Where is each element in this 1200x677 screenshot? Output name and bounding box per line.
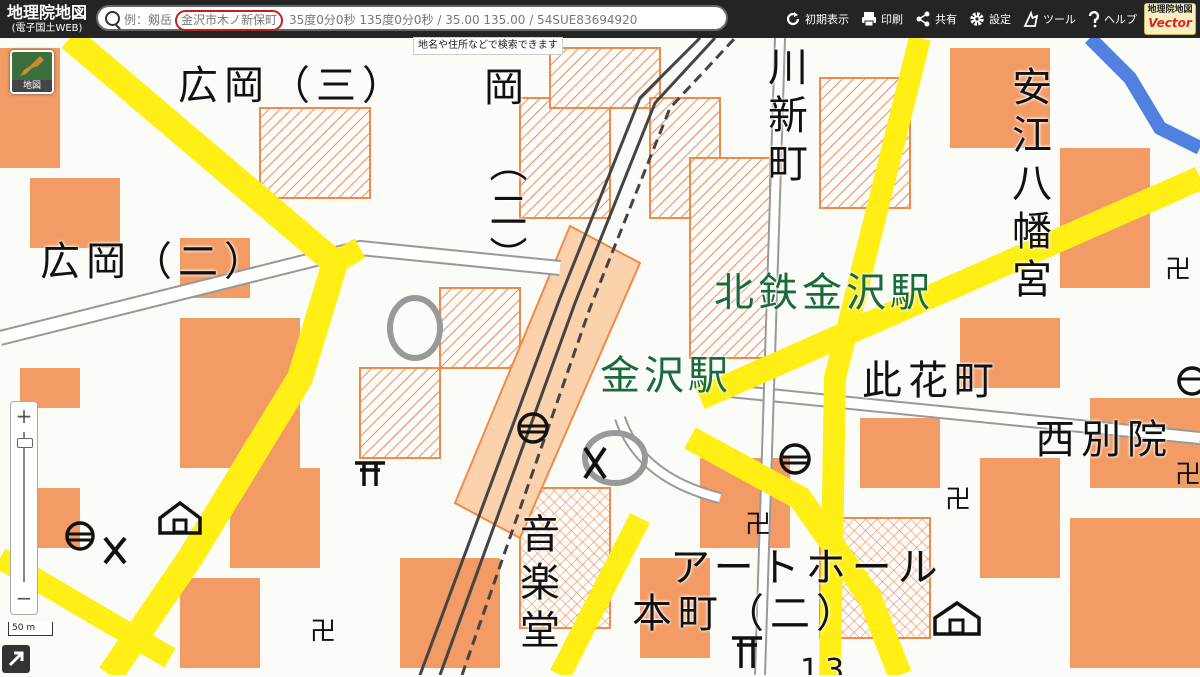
label-ongakudo: 音楽堂 — [513, 513, 559, 657]
refresh-icon — [786, 12, 800, 26]
logo-subtitle: (電子国土WEB) — [11, 23, 83, 34]
temple-symbol: 卍 — [1175, 460, 1200, 490]
label-yasue-hachimangu: 安江八幡宮 — [1005, 66, 1051, 306]
zoom-control: + − — [10, 401, 38, 615]
search-highlight-address: 金沢市木ノ新保町 — [175, 10, 284, 31]
zoom-in-button[interactable]: + — [11, 404, 37, 428]
label-nishibetsuin: 西別院 — [1035, 417, 1173, 463]
search-placeholder: 例：剱岳 金沢市木ノ新保町 35度0分0秒 135度0分0秒 / 35.00 135… — [124, 10, 637, 31]
vector-logo-line1: 地理院地図 — [1147, 5, 1193, 15]
label-number: 13 — [800, 653, 851, 676]
map-view[interactable]: 卍 卍 卍 卍 卍 広岡（三） 広岡（二） 岡 （二） 川新町 安江八幡宮 北鉄… — [0, 38, 1200, 675]
temple-symbol: 卍 — [745, 510, 771, 540]
tools-icon — [1023, 10, 1039, 27]
settings-label: 設定 — [989, 13, 1011, 26]
tools-button[interactable]: ツール — [1022, 0, 1076, 38]
expand-button[interactable] — [2, 645, 30, 673]
search-coordinate-examples: 35度0分0秒 135度0分0秒 / 35.00 135.00 / 54SUE8… — [289, 13, 638, 27]
basemap-switch-button[interactable]: 地図 — [10, 50, 54, 94]
basemap-label: 地図 — [12, 80, 52, 92]
search-input[interactable]: 例：剱岳 金沢市木ノ新保町 35度0分0秒 135度0分0秒 / 35.00 135… — [96, 5, 728, 31]
temple-symbol: 卍 — [310, 617, 336, 647]
settings-button[interactable]: 設定 — [968, 0, 1011, 38]
label-honmachi-2: 本町（二） — [632, 591, 862, 637]
label-kawashinmachi: 川新町 — [761, 46, 807, 190]
printer-icon — [862, 12, 876, 27]
label-hokutetsu-kanazawa-station: 北鉄金沢駅 — [714, 270, 934, 316]
vector-logo[interactable]: 地理院地図 Vector — [1144, 3, 1196, 35]
share-button[interactable]: 共有 — [914, 0, 957, 38]
search-example: 例：剱岳 — [124, 13, 173, 27]
vector-logo-line2: Vector — [1148, 16, 1192, 30]
expand-arrow-icon — [8, 651, 24, 667]
japan-map-icon — [20, 56, 44, 76]
label-hirooka-2: 広岡（二） — [40, 239, 270, 285]
gsi-maps-logo[interactable]: 地理院地図 (電子国土WEB) — [4, 3, 90, 35]
help-icon — [1088, 10, 1100, 28]
header-bar: 地理院地図 (電子国土WEB) 例：剱岳 金沢市木ノ新保町 35度0分0秒 135度… — [0, 0, 1200, 38]
zoom-slider-track[interactable] — [23, 432, 25, 582]
zoom-out-button[interactable]: − — [11, 586, 37, 610]
gear-icon — [970, 12, 984, 26]
temple-symbol: 卍 — [945, 485, 971, 515]
label-konohanamachi: 此花町 — [862, 358, 1000, 404]
logo-title: 地理院地図 — [6, 3, 87, 22]
temple-symbol: 卍 — [1165, 255, 1191, 285]
zoom-slider-handle[interactable] — [17, 438, 33, 448]
tools-label: ツール — [1043, 13, 1076, 26]
toolbar: 初期表示 印刷 共有 設定 ツール ヘルプ — [784, 0, 1148, 38]
help-button[interactable]: ヘルプ — [1087, 0, 1137, 38]
print-label: 印刷 — [881, 13, 903, 26]
help-label: ヘルプ — [1104, 13, 1137, 26]
scale-bar: 50 m — [8, 622, 53, 636]
search-tooltip: 地名や住所などで検索できます — [413, 37, 563, 55]
label-oka: 岡 — [484, 65, 530, 111]
print-button[interactable]: 印刷 — [860, 0, 903, 38]
label-art-hall: アートホール — [670, 545, 944, 591]
search-icon[interactable] — [105, 11, 120, 26]
reset-view-label: 初期表示 — [805, 13, 849, 26]
share-icon — [916, 11, 930, 27]
reset-view-button[interactable]: 初期表示 — [784, 0, 849, 38]
label-kanazawa-station: 金沢駅 — [600, 353, 732, 399]
share-label: 共有 — [935, 13, 957, 26]
label-ni-vertical: （二） — [483, 144, 527, 282]
label-hirooka-3: 広岡（三） — [178, 63, 408, 109]
